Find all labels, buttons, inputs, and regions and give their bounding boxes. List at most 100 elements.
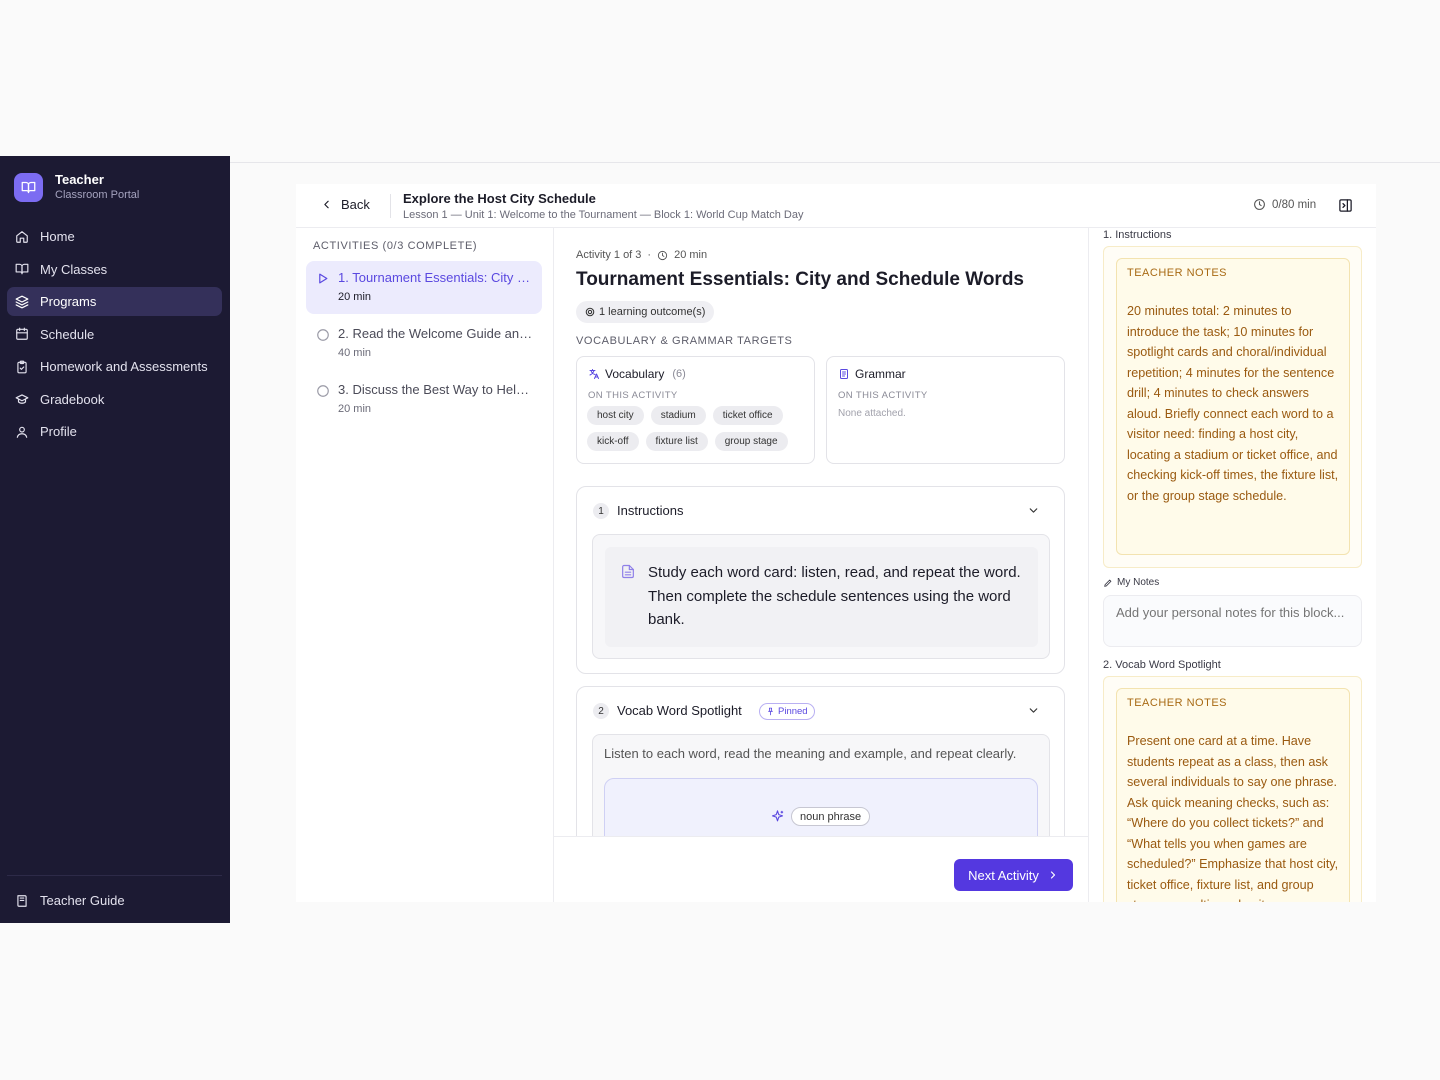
activity-item-3[interactable]: 3. Discuss the Best Way to Help Visitors… — [306, 373, 542, 426]
chevron-down-icon — [1029, 708, 1038, 713]
page-title: Explore the Host City Schedule — [403, 191, 596, 206]
notes-section-title: 2. Vocab Word Spotlight — [1103, 659, 1221, 671]
chevron-right-icon — [1050, 871, 1055, 879]
instructions-box: Study each word card: listen, read, and … — [592, 534, 1050, 659]
play-icon — [319, 273, 328, 284]
learning-outcomes-badge[interactable]: 1 learning outcome(s) — [576, 301, 715, 323]
sidebar-item-home[interactable]: Home — [7, 222, 222, 251]
activities-list: ACTIVITIES (0/3 COMPLETE) 1. Tournament … — [296, 228, 554, 902]
activity-duration: 20 min — [338, 403, 372, 415]
activity-title: 2. Read the Welcome Guide and Match Info… — [338, 326, 536, 341]
chevron-down-icon — [1029, 508, 1038, 513]
activity-content: Activity 1 of 3 · 20 min Tournament Esse… — [554, 228, 1088, 836]
notes-panel: 1. Instructions TEACHER NOTES 20 minutes… — [1088, 228, 1376, 902]
brand: Teacher Classroom Portal — [14, 172, 139, 203]
activity-duration: 40 min — [338, 347, 372, 359]
meta-separator: · — [647, 249, 652, 261]
clipboard-check-icon — [17, 360, 27, 373]
sidebar-item-label: My Classes — [40, 261, 108, 277]
sparkles-icon — [771, 810, 784, 822]
back-label: Back — [341, 197, 370, 212]
part-of-speech-tag: noun phrase — [791, 807, 871, 826]
grammar-empty: None attached. — [838, 408, 906, 419]
top-divider — [230, 162, 1440, 163]
translate-icon — [589, 369, 599, 379]
block-title: Instructions — [617, 503, 684, 518]
book-icon — [15, 263, 29, 275]
teacher-notes-box: TEACHER NOTES 20 minutes total: 2 minute… — [1103, 246, 1362, 568]
vocab-chip[interactable]: group stage — [714, 432, 788, 451]
calendar-icon — [16, 327, 28, 340]
vocab-chip[interactable]: kick-off — [587, 432, 639, 451]
block-number: 1 — [593, 503, 609, 519]
pinned-label: Pinned — [778, 706, 808, 717]
chevron-left-icon — [324, 200, 329, 209]
vocab-spotlight-block: 2 Vocab Word Spotlight Pinned Listen to … — [576, 686, 1065, 836]
toggle-notes-panel-button[interactable] — [1338, 198, 1353, 218]
sidebar-item-label: Schedule — [40, 326, 95, 342]
teacher-notes-box: TEACHER NOTES Present one card at a time… — [1103, 676, 1362, 902]
sidebar-item-teacher-guide[interactable]: Teacher Guide — [7, 886, 222, 915]
breadcrumb: Lesson 1 — Unit 1: Welcome to the Tourna… — [403, 209, 804, 221]
vocab-chip[interactable]: stadium — [650, 406, 706, 425]
sidebar-item-schedule[interactable]: Schedule — [7, 320, 222, 349]
lesson-timer: 0/80 min — [1253, 198, 1316, 211]
instructions-text: Study each word card: listen, read, and … — [648, 564, 1021, 628]
next-activity-button[interactable]: Next Activity — [954, 859, 1073, 891]
activity-item-2[interactable]: 2. Read the Welcome Guide and Match Info… — [306, 317, 542, 370]
guide-book-icon — [17, 894, 27, 907]
book-open-icon — [14, 173, 43, 202]
sidebar: Teacher Classroom Portal Home My Classes… — [0, 156, 230, 923]
block-number: 2 — [593, 703, 609, 719]
teacher-notes-label: TEACHER NOTES — [1127, 697, 1228, 709]
activity-duration: 20 min — [674, 249, 708, 261]
circle-icon — [317, 385, 329, 397]
activities-heading: ACTIVITIES (0/3 COMPLETE) — [313, 240, 478, 252]
file-text-icon — [622, 564, 634, 579]
header-divider — [390, 194, 391, 218]
document-icon — [840, 369, 848, 379]
collapse-block-button[interactable] — [1027, 504, 1040, 522]
activity-title: 3. Discuss the Best Way to Help Visitors — [338, 382, 536, 397]
spotlight-box: Listen to each word, read the meaning an… — [592, 734, 1050, 836]
sidebar-item-label: Home — [40, 229, 75, 244]
sidebar-item-label: Homework and Assessments — [40, 359, 208, 374]
pencil-icon — [1104, 579, 1112, 587]
targets-heading: VOCABULARY & GRAMMAR TARGETS — [576, 335, 793, 347]
sidebar-item-profile[interactable]: Profile — [7, 417, 222, 446]
instructions-block: 1 Instructions Study each word card: lis… — [576, 486, 1065, 674]
sidebar-item-my-classes[interactable]: My Classes — [7, 255, 222, 284]
grammar-card: Grammar ON THIS ACTIVITY None attached. — [826, 356, 1065, 464]
sidebar-item-programs[interactable]: Programs — [7, 287, 222, 316]
user-icon — [16, 426, 28, 438]
activity-footer: Next Activity — [554, 836, 1088, 902]
back-button[interactable]: Back — [320, 197, 370, 212]
clock-icon — [1254, 199, 1265, 210]
activity-title: Tournament Essentials: City and Schedule… — [576, 269, 1024, 290]
grammar-label: Grammar — [855, 367, 906, 381]
teacher-notes-label: TEACHER NOTES — [1127, 267, 1228, 279]
sidebar-item-gradebook[interactable]: Gradebook — [7, 385, 222, 414]
activity-item-1[interactable]: 1. Tournament Essentials: City and Sched… — [306, 261, 542, 314]
vocabulary-card: Vocabulary (6) ON THIS ACTIVITY host cit… — [576, 356, 815, 464]
vocabulary-label: Vocabulary — [605, 367, 665, 381]
sidebar-item-label: Gradebook — [40, 391, 105, 407]
sidebar-item-label: Programs — [40, 294, 97, 309]
vocabulary-sub: ON THIS ACTIVITY — [588, 390, 678, 401]
target-icon — [585, 307, 595, 317]
vocab-chip[interactable]: host city — [587, 406, 644, 425]
sidebar-item-homework[interactable]: Homework and Assessments — [7, 352, 222, 381]
home-icon — [16, 230, 28, 243]
next-activity-label: Next Activity — [968, 867, 1039, 883]
my-notes-input[interactable] — [1103, 595, 1362, 647]
sidebar-item-label: Teacher Guide — [40, 893, 125, 908]
word-card[interactable]: noun phrase — [604, 778, 1038, 836]
vocab-chip[interactable]: fixture list — [645, 432, 708, 451]
vocab-chip[interactable]: ticket office — [712, 406, 783, 425]
pinned-badge: Pinned — [759, 703, 815, 720]
sidebar-item-label: Profile — [40, 424, 77, 439]
activity-title: 1. Tournament Essentials: City and Sched… — [338, 270, 536, 285]
notes-section-title: 1. Instructions — [1103, 229, 1172, 241]
activity-position: Activity 1 of 3 — [576, 249, 642, 261]
collapse-block-button[interactable] — [1027, 704, 1040, 722]
